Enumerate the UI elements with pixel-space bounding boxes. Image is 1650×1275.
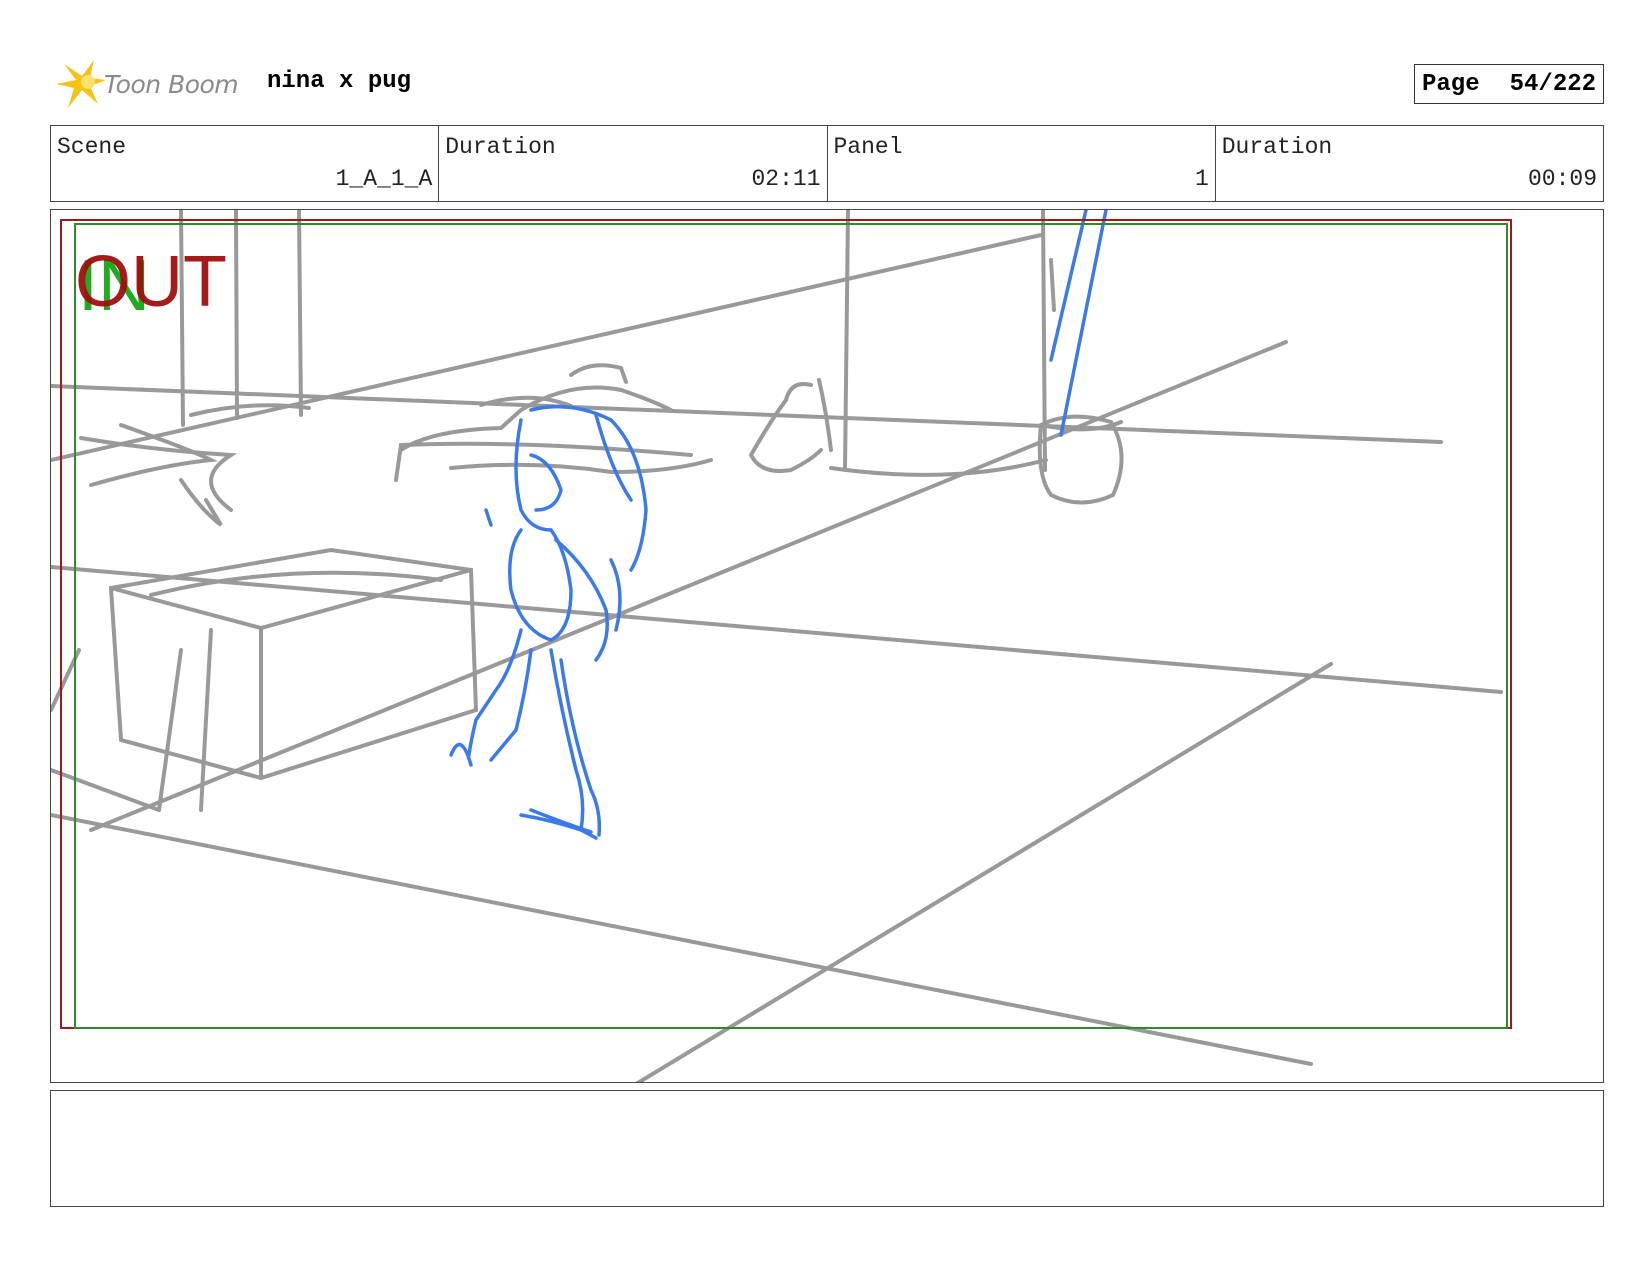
scene-duration-cell: Duration 02:11 (439, 126, 828, 201)
page-number: 54/222 (1509, 70, 1597, 98)
panel-duration-cell: Duration 00:09 (1216, 126, 1603, 201)
page-indicator: Page 54/222 (1414, 64, 1604, 104)
background-sketch (51, 210, 1503, 1082)
starburst-logo-icon (56, 60, 106, 108)
page-label: Page (1422, 70, 1480, 98)
project-title: nina x pug (267, 68, 412, 95)
panel-cell: Panel 1 (828, 126, 1216, 201)
scene-cell: Scene 1_A_1_A (51, 126, 440, 201)
out-marker: OUT (75, 242, 227, 322)
panel-label: Panel (833, 134, 903, 160)
green-safe-frame (74, 223, 1508, 1029)
character-sketch (449, 210, 1108, 840)
panel-duration-value: 00:09 (1527, 166, 1597, 192)
scene-duration-label: Duration (445, 134, 556, 160)
panel-info-bar: Scene 1_A_1_A Duration 02:11 Panel 1 Dur… (50, 125, 1604, 202)
storyboard-panel-image: IN OUT (50, 209, 1604, 1083)
scene-value: 1_A_1_A (335, 166, 433, 192)
panel-notes-box (50, 1090, 1604, 1207)
toon-boom-logo: Toon Boom (54, 58, 239, 110)
scene-duration-value: 02:11 (751, 166, 821, 192)
brand-name: Toon Boom (104, 69, 239, 99)
panel-duration-label: Duration (1221, 134, 1333, 160)
scene-label: Scene (57, 134, 127, 160)
sketch-canvas: IN OUT (51, 210, 1512, 1082)
panel-value: 1 (1194, 166, 1209, 192)
